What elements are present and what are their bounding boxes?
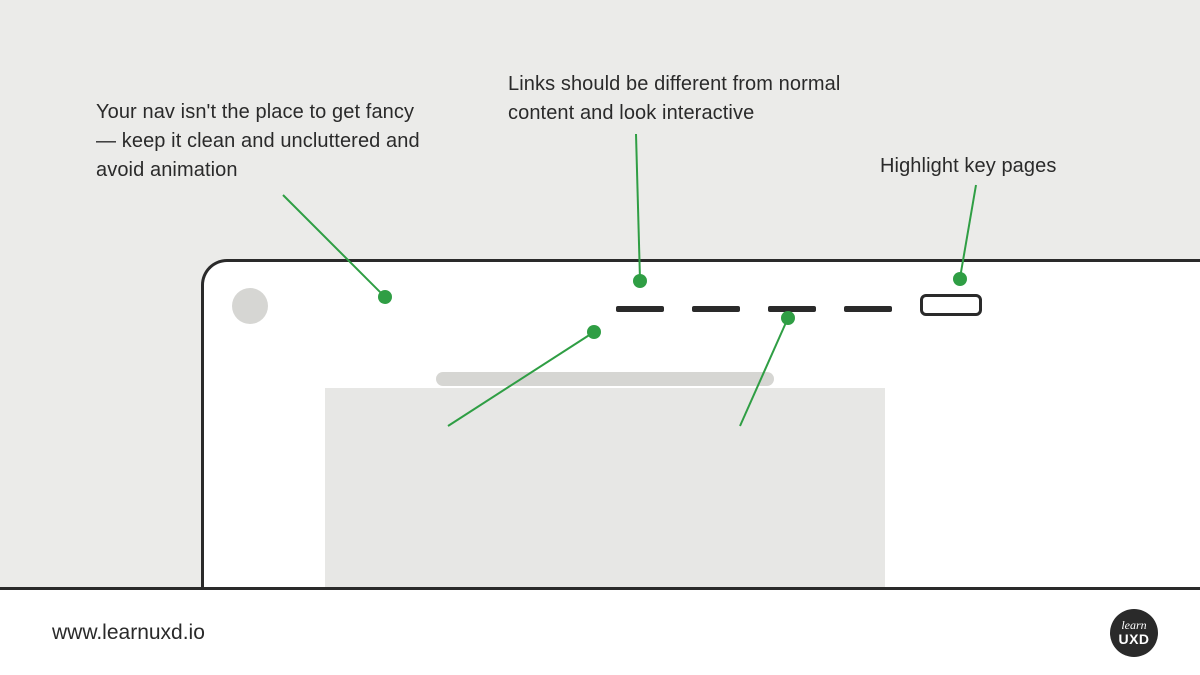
callout-dot-icon	[781, 311, 795, 325]
logo-placeholder	[232, 288, 268, 324]
footer-url: www.learnuxd.io	[52, 621, 205, 645]
annotation-links-different: Links should be different from normal co…	[508, 70, 888, 128]
callout-dot-icon	[378, 290, 392, 304]
badge-line2: UXD	[1118, 632, 1149, 646]
nav-bar	[616, 302, 982, 316]
nav-link-placeholder	[692, 306, 740, 312]
callout-dot-icon	[587, 325, 601, 339]
annotation-highlight: Highlight key pages	[880, 152, 1100, 181]
nav-link-placeholder	[844, 306, 892, 312]
annotation-keep-clean: Your nav isn't the place to get fancy — …	[96, 98, 436, 185]
diagram-stage: Your nav isn't the place to get fancy — …	[0, 0, 1200, 675]
browser-wireframe	[201, 259, 1200, 587]
hero-text-placeholder	[436, 372, 774, 386]
footer: www.learnuxd.io learn UXD	[0, 590, 1200, 675]
nav-cta-placeholder	[920, 294, 982, 316]
badge-line1: learn	[1121, 619, 1146, 631]
callout-dot-icon	[633, 274, 647, 288]
nav-link-placeholder	[616, 306, 664, 312]
callout-dot-icon	[953, 272, 967, 286]
brand-badge-icon: learn UXD	[1110, 609, 1158, 657]
hero-block-placeholder	[325, 388, 885, 590]
nav-link-placeholder	[768, 306, 816, 312]
